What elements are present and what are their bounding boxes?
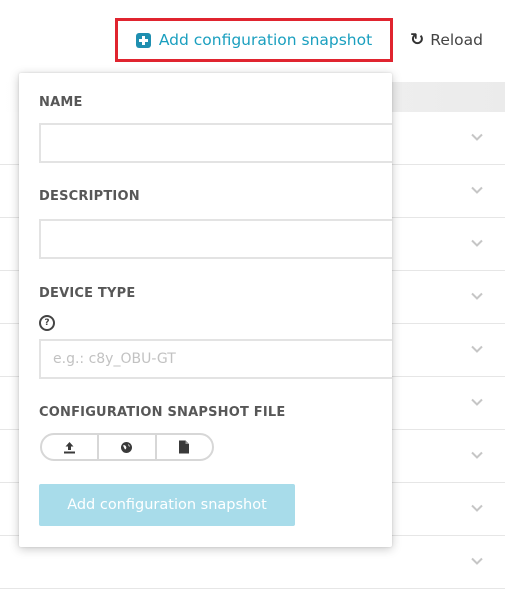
description-input[interactable]: [39, 219, 392, 259]
text-file-button[interactable]: [154, 435, 212, 459]
add-snapshot-label: Add configuration snapshot: [158, 31, 373, 49]
reload-label: Reload: [430, 31, 483, 49]
name-input[interactable]: [39, 123, 392, 163]
device-type-input[interactable]: [39, 339, 392, 379]
reload-button[interactable]: ↻ Reload: [410, 29, 483, 51]
file-icon: [179, 440, 190, 454]
refresh-icon: ↻: [410, 29, 425, 50]
toolbar: Add configuration snapshot ↻ Reload: [0, 10, 505, 70]
cropped-header-text: [220, 0, 420, 8]
add-snapshot-dropdown-panel: NAME DESCRIPTION DEVICE TYPE ? CONFIGURA…: [19, 73, 392, 547]
help-icon[interactable]: ?: [39, 315, 55, 331]
upload-icon: [64, 441, 76, 453]
plus-square-icon: [135, 32, 151, 48]
url-source-button[interactable]: [97, 435, 154, 459]
description-label: DESCRIPTION: [39, 189, 140, 204]
chevron-down-icon[interactable]: [470, 289, 484, 303]
device-type-label: DEVICE TYPE: [39, 286, 136, 301]
chevron-down-icon[interactable]: [470, 448, 484, 462]
file-source-selector: [40, 433, 214, 461]
add-configuration-snapshot-button[interactable]: Add configuration snapshot: [115, 18, 393, 62]
submit-add-snapshot-button[interactable]: Add configuration snapshot: [39, 484, 295, 526]
globe-icon: [121, 441, 133, 453]
chevron-down-icon[interactable]: [470, 236, 484, 250]
chevron-down-icon[interactable]: [470, 395, 484, 409]
chevron-down-icon[interactable]: [470, 342, 484, 356]
chevron-down-icon[interactable]: [470, 554, 484, 568]
upload-file-button[interactable]: [42, 435, 97, 459]
chevron-down-icon[interactable]: [470, 501, 484, 515]
snapshot-file-label: CONFIGURATION SNAPSHOT FILE: [39, 405, 286, 420]
chevron-down-icon[interactable]: [470, 130, 484, 144]
name-label: NAME: [39, 95, 83, 110]
chevron-down-icon[interactable]: [470, 183, 484, 197]
